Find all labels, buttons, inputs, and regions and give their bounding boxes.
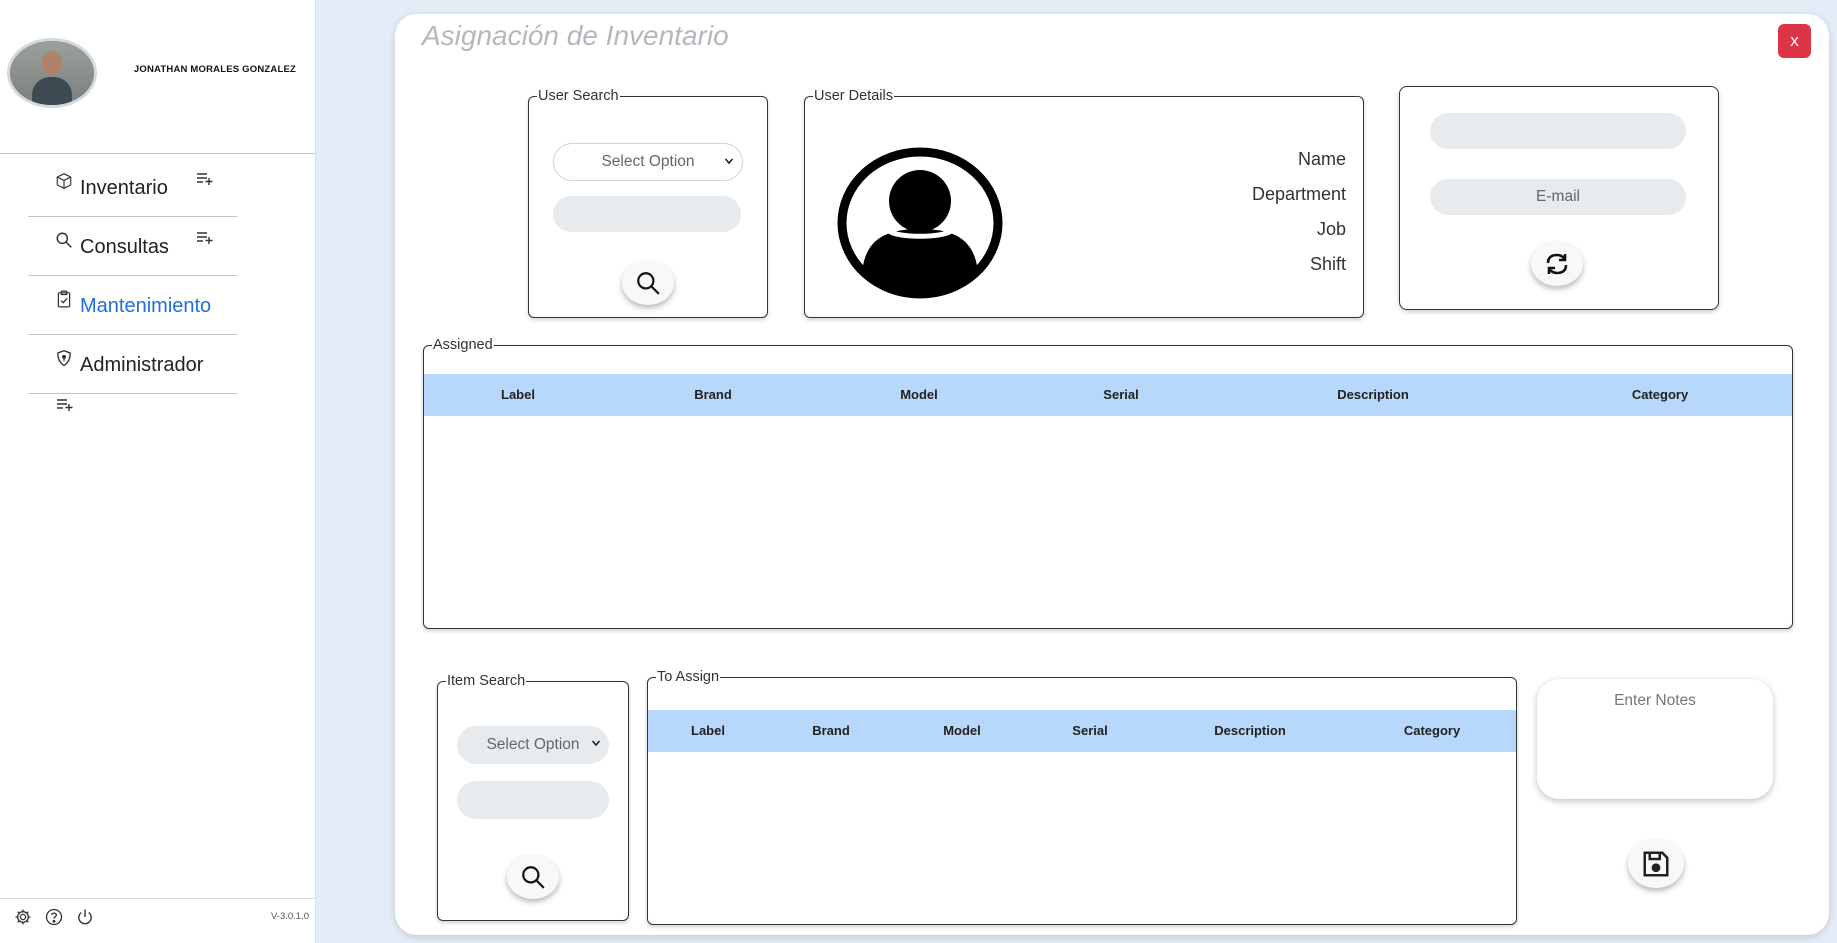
sidebar-item-inventario[interactable]: Inventario [28, 158, 237, 217]
user-search-legend: User Search [538, 88, 619, 104]
gear-icon[interactable] [14, 908, 32, 926]
clipboard-check-icon [57, 290, 71, 308]
department-label: Department [1251, 184, 1346, 204]
user-details-legend: User Details [814, 88, 893, 104]
sidebar-item-label: Mantenimiento [80, 295, 212, 317]
notes-field[interactable]: Enter Notes [1537, 679, 1773, 799]
column-model[interactable]: Model [900, 387, 938, 402]
column-category[interactable]: Category [1632, 387, 1688, 402]
to-assign-legend: To Assign [657, 669, 720, 685]
power-icon[interactable] [76, 908, 94, 926]
sidebar: JONATHAN MORALES GONZALEZ Inventario Con… [0, 0, 316, 943]
close-button[interactable]: x [1778, 24, 1811, 58]
select-value: Select Option [601, 153, 695, 170]
shield-icon [57, 349, 71, 367]
user-search-select[interactable]: Select Option [553, 143, 743, 181]
column-label[interactable]: Label [691, 723, 725, 738]
column-serial[interactable]: Serial [1103, 387, 1138, 402]
save-icon [1643, 851, 1669, 877]
sidebar-item-administrador[interactable]: Administrador [28, 335, 237, 394]
playlist-add-icon[interactable] [196, 172, 214, 186]
page-title: Asignación de Inventario [422, 20, 729, 51]
item-search-input[interactable] [457, 781, 609, 819]
chevron-down-icon [724, 158, 734, 165]
job-label: Job [1316, 219, 1346, 239]
divider [0, 898, 315, 899]
inventory-assignment-panel: Asignación de Inventario x User Search S… [395, 14, 1829, 935]
chevron-down-icon [591, 740, 601, 747]
version-label: V-3.0.1.0 [270, 911, 309, 922]
refresh-icon [1546, 253, 1568, 275]
playlist-add-icon[interactable] [196, 231, 214, 245]
user-search-button[interactable] [622, 261, 674, 305]
save-button[interactable] [1628, 840, 1684, 888]
user-name: JONATHAN MORALES GONZALEZ [133, 64, 296, 75]
search-icon [637, 272, 660, 295]
item-search-legend: Item Search [447, 673, 526, 689]
column-category[interactable]: Category [1404, 723, 1460, 738]
search-icon [56, 232, 72, 248]
assigned-table-header: Label Brand Model Serial Description Cat… [424, 374, 1792, 416]
sidebar-item-label: Consultas [80, 236, 169, 258]
phone-field[interactable] [1430, 113, 1686, 149]
item-search-select[interactable]: Select Option [457, 726, 609, 764]
refresh-button[interactable] [1531, 242, 1583, 286]
column-description[interactable]: Description [1337, 387, 1409, 402]
to-assign-table-header: Label Brand Model Serial Description Cat… [648, 710, 1516, 752]
assigned-legend: Assigned [433, 337, 493, 353]
name-label: Name [1297, 149, 1346, 169]
sidebar-item-label: Inventario [80, 177, 168, 199]
sidebar-item-mantenimiento[interactable]: Mantenimiento [28, 276, 237, 335]
notes-placeholder: Enter Notes [1614, 692, 1696, 709]
column-model[interactable]: Model [943, 723, 981, 738]
to-assign-group: To Assign Label Brand Model Serial Descr… [647, 669, 1517, 925]
column-description[interactable]: Description [1214, 723, 1286, 738]
box-icon [56, 173, 72, 189]
email-field[interactable]: E-mail [1430, 179, 1686, 215]
user-search-input[interactable] [553, 196, 741, 232]
email-placeholder: E-mail [1536, 188, 1580, 205]
user-search-group: User Search Select Option [528, 88, 768, 318]
help-icon[interactable] [45, 908, 63, 926]
column-label[interactable]: Label [501, 387, 535, 402]
search-icon [522, 866, 545, 889]
item-search-group: Item Search Select Option [437, 673, 629, 921]
sidebar-item-consultas[interactable]: Consultas [28, 217, 237, 276]
column-serial[interactable]: Serial [1072, 723, 1107, 738]
user-details-group: User Details Name Department Job Shift [804, 88, 1364, 318]
contact-card: E-mail [1399, 86, 1719, 310]
column-brand[interactable]: Brand [694, 387, 732, 402]
divider [0, 153, 315, 154]
user-avatar-icon [837, 147, 1003, 299]
sidebar-nav: Inventario Consultas Mantenimiento Admin… [28, 158, 237, 394]
column-brand[interactable]: Brand [812, 723, 850, 738]
avatar[interactable] [7, 38, 97, 108]
shift-label: Shift [1309, 254, 1346, 274]
item-search-button[interactable] [507, 855, 559, 899]
playlist-add-icon[interactable] [56, 398, 74, 412]
sidebar-item-label: Administrador [80, 354, 204, 376]
select-value: Select Option [486, 736, 580, 753]
assigned-group: Assigned Label Brand Model Serial Descri… [423, 337, 1793, 629]
